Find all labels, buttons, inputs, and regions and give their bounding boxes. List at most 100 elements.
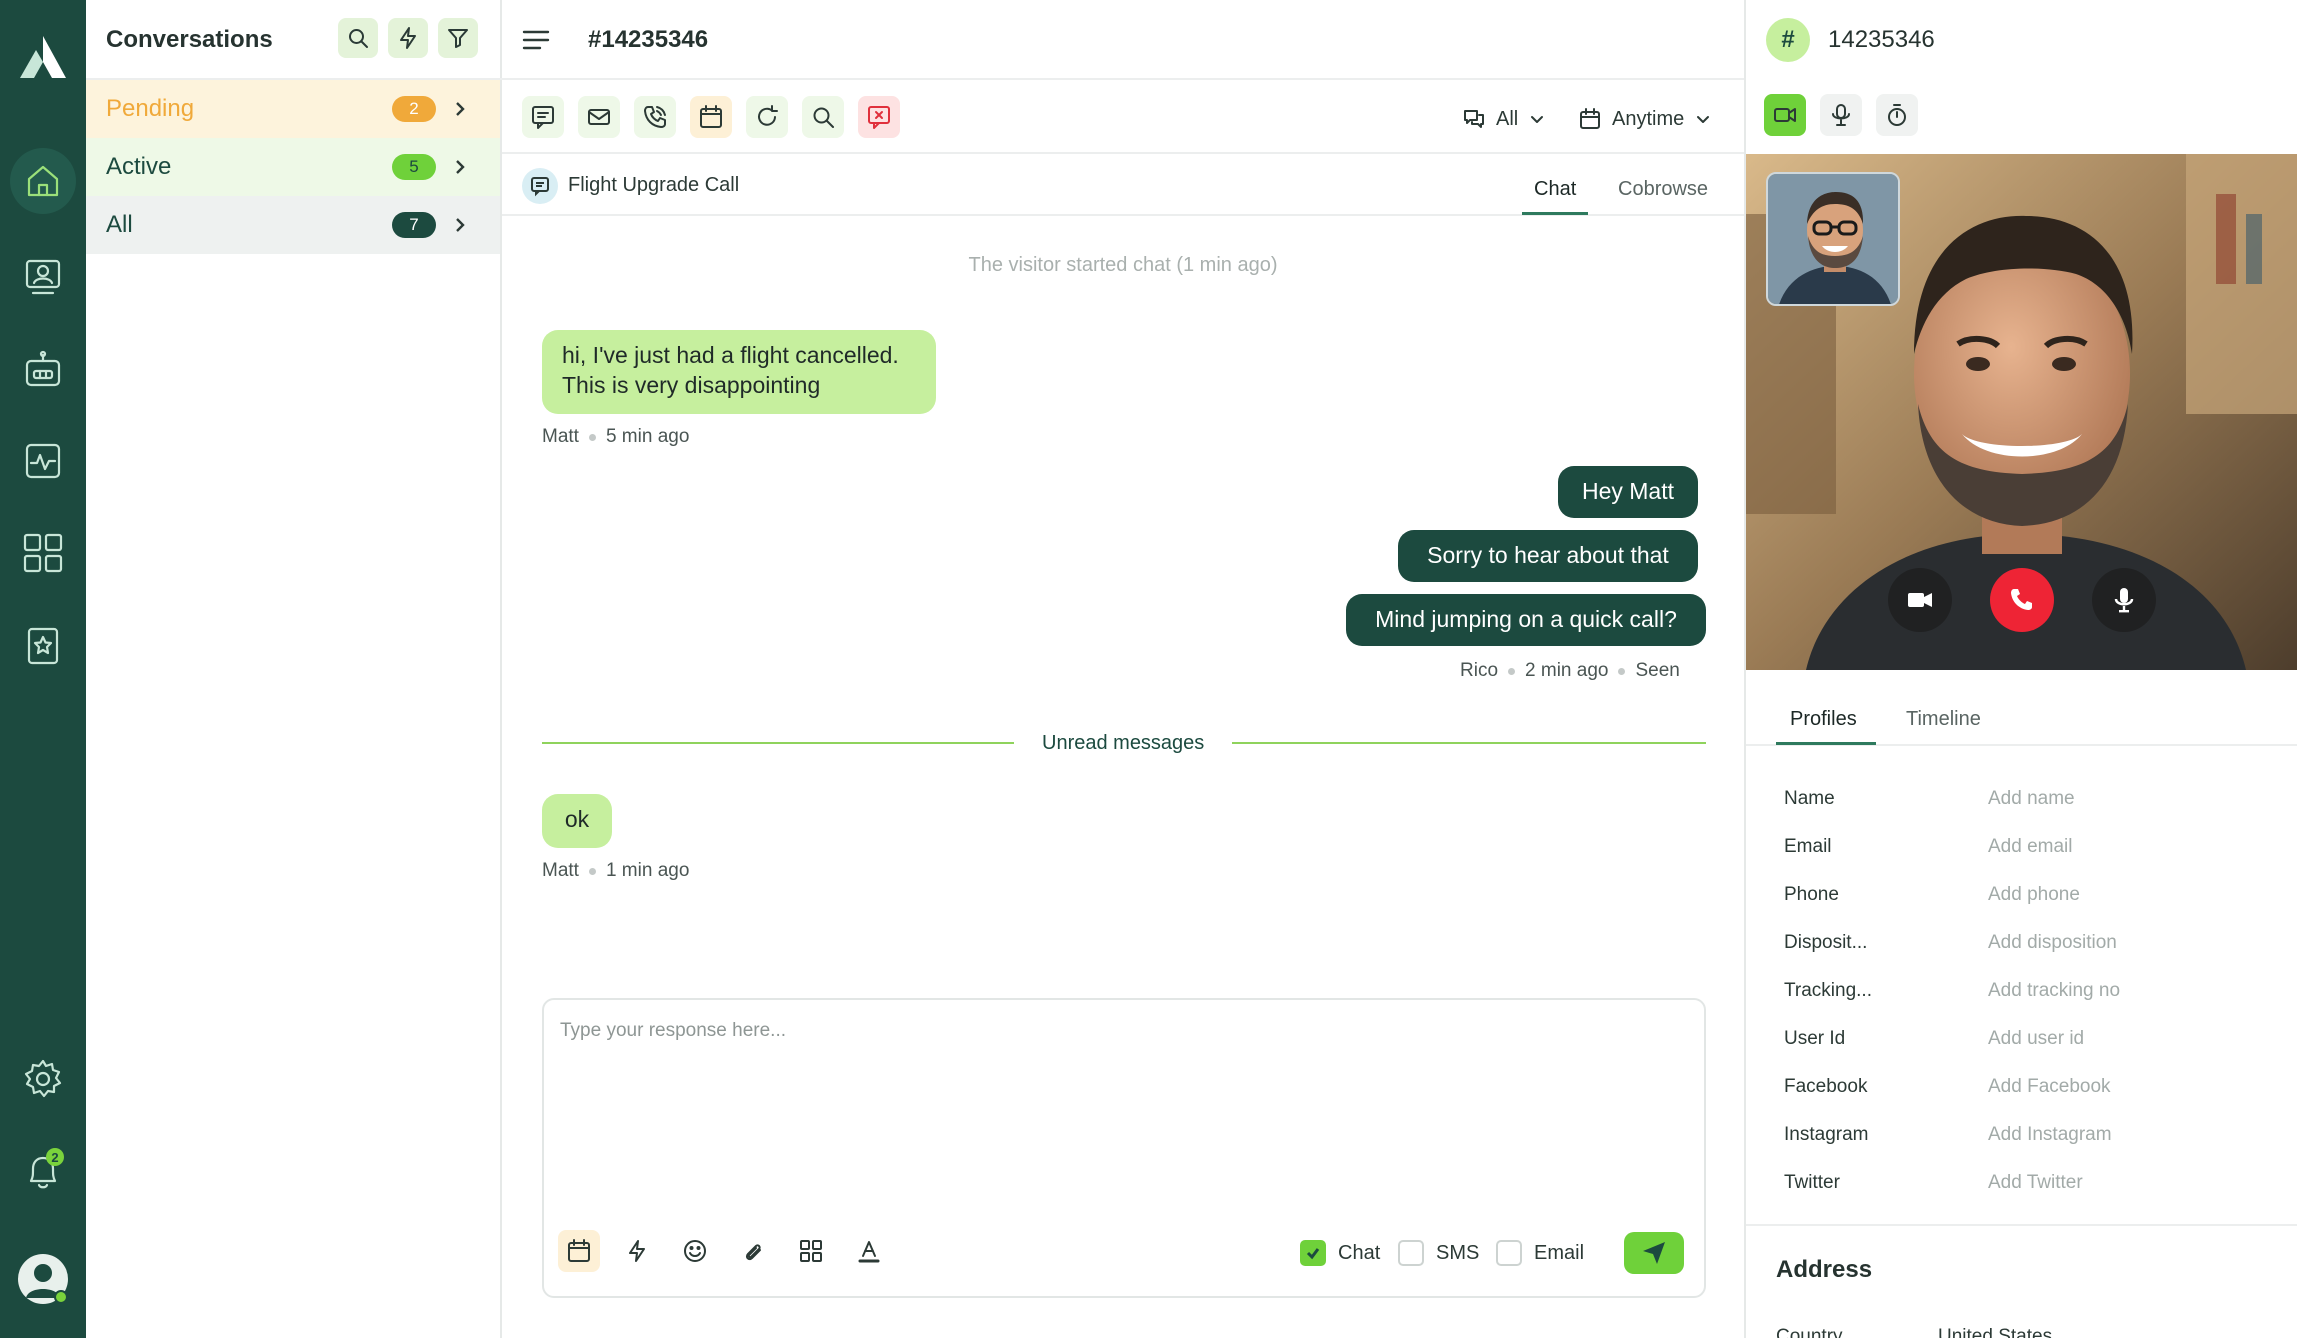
field-label: Instagram <box>1784 1124 1869 1145</box>
tab-profiles[interactable]: Profiles <box>1790 708 1857 731</box>
checkbox[interactable] <box>1496 1240 1522 1266</box>
ticket-number: #14235346 <box>588 26 709 53</box>
contact-header: # 14235346 <box>1746 0 2297 80</box>
channel-checkbox-chat[interactable]: Chat <box>1300 1240 1380 1266</box>
voice-call-button[interactable] <box>1820 94 1862 136</box>
online-status-dot <box>54 1290 68 1304</box>
separator-dot <box>588 867 596 875</box>
quick-actions-button[interactable] <box>388 18 428 58</box>
end-chat-button[interactable] <box>858 96 900 138</box>
address-country-label: Country <box>1776 1326 1843 1338</box>
text-format-icon <box>858 1241 880 1263</box>
field-value[interactable]: Add name <box>1988 788 2075 810</box>
search-conversations-button[interactable] <box>338 18 378 58</box>
rail-favorites-button[interactable] <box>10 612 76 678</box>
checkbox[interactable] <box>1398 1240 1424 1266</box>
tab-timeline[interactable]: Timeline <box>1906 708 1981 731</box>
checkbox-label: SMS <box>1436 1241 1480 1264</box>
rail-home-button[interactable] <box>10 148 76 214</box>
self-view-thumbnail <box>1766 172 1900 306</box>
tab-cobrowse[interactable]: Cobrowse <box>1618 178 1708 201</box>
field-label: Facebook <box>1784 1076 1868 1097</box>
chevron-right-icon <box>456 160 465 174</box>
count-badge: 2 <box>392 96 436 122</box>
timer-icon <box>1888 104 1906 126</box>
refresh-button[interactable] <box>746 96 788 138</box>
rail-analytics-button[interactable] <box>10 428 76 494</box>
rail-agents-button[interactable] <box>10 244 76 310</box>
phone-hangup-icon <box>2011 589 2032 610</box>
text-format-button[interactable] <box>848 1230 890 1272</box>
channel-checkbox-sms[interactable]: SMS <box>1398 1240 1479 1266</box>
schedule-button[interactable] <box>690 96 732 138</box>
address-country-value[interactable]: United States <box>1938 1326 2052 1338</box>
agent-monitor-icon <box>25 259 61 295</box>
apps-button[interactable] <box>790 1230 832 1272</box>
hang-up-button[interactable] <box>1990 568 2054 632</box>
send-button[interactable] <box>1624 1232 1684 1274</box>
checkbox[interactable] <box>1300 1240 1326 1266</box>
separator-dot <box>1618 667 1626 675</box>
field-value[interactable]: Add Instagram <box>1988 1124 2112 1146</box>
field-value[interactable]: Add Facebook <box>1988 1076 2111 1098</box>
conversation-subject: Flight Upgrade Call <box>568 174 740 196</box>
message-bubble-outgoing: Hey Matt <box>1558 466 1698 518</box>
video-camera-icon <box>1774 108 1796 122</box>
field-value[interactable]: Add tracking no <box>1988 980 2120 1002</box>
apps-grid-icon <box>23 533 63 573</box>
rail-bots-button[interactable] <box>10 336 76 402</box>
conversation-row-all[interactable]: All 7 <box>86 196 500 254</box>
system-message: The visitor started chat (1 min ago) <box>968 254 1278 276</box>
toggle-mic-button[interactable] <box>2092 568 2156 632</box>
message-composer[interactable]: Type your response here... Chat SMS Emai… <box>542 998 1706 1298</box>
message-time: 5 min ago <box>605 426 690 447</box>
conversations-header: Conversations <box>86 0 502 80</box>
email-channel-button[interactable] <box>578 96 620 138</box>
count-badge: 5 <box>392 154 436 180</box>
field-value[interactable]: Add disposition <box>1988 932 2117 954</box>
phone-icon <box>644 106 666 128</box>
calendar-icon <box>1580 108 1600 129</box>
filter-button[interactable] <box>438 18 478 58</box>
filter-icon <box>448 29 468 48</box>
chevron-down-icon <box>1697 116 1710 123</box>
rail-settings-button[interactable] <box>10 1046 76 1112</box>
channel-checkbox-email[interactable]: Email <box>1496 1240 1584 1266</box>
address-heading: Address <box>1776 1256 1873 1283</box>
field-value[interactable]: Add Twitter <box>1988 1172 2083 1194</box>
conversations-title: Conversations <box>106 26 273 53</box>
attach-button[interactable] <box>732 1230 774 1272</box>
chat-subheader: Flight Upgrade Call Chat Cobrowse <box>502 154 1744 216</box>
timer-button[interactable] <box>1876 94 1918 136</box>
rail-notifications-button[interactable]: 2 <box>10 1138 76 1204</box>
tab-chat[interactable]: Chat <box>1534 178 1576 201</box>
video-call-button[interactable] <box>1764 94 1806 136</box>
quick-reply-button[interactable] <box>616 1230 658 1272</box>
composer-placeholder[interactable]: Type your response here... <box>560 1020 786 1042</box>
send-icon <box>1643 1242 1665 1264</box>
toggle-camera-button[interactable] <box>1888 568 1952 632</box>
conversation-row-active[interactable]: Active 5 <box>86 138 500 196</box>
rail-apps-button[interactable] <box>10 520 76 586</box>
schedule-message-button[interactable] <box>558 1230 600 1272</box>
message-meta: Rico 2 min ago Seen <box>1460 660 1680 682</box>
conversation-row-pending[interactable]: Pending 2 <box>86 80 500 138</box>
chat-channel-button[interactable] <box>522 96 564 138</box>
time-filter-value: Anytime <box>1612 107 1685 130</box>
message-bubble-outgoing: Sorry to hear about that <box>1398 530 1698 582</box>
call-button[interactable] <box>634 96 676 138</box>
message-status: Seen <box>1635 660 1680 681</box>
unread-divider <box>1232 742 1706 744</box>
time-filter-dropdown[interactable]: Anytime <box>1578 106 1712 132</box>
emoji-button[interactable] <box>674 1230 716 1272</box>
field-value[interactable]: Add phone <box>1988 884 2080 906</box>
home-icon <box>27 165 59 197</box>
menu-icon[interactable] <box>522 28 552 52</box>
message-time: 1 min ago <box>605 860 690 881</box>
channel-filter-dropdown[interactable]: All <box>1462 106 1546 132</box>
search-chat-button[interactable] <box>802 96 844 138</box>
lightning-icon <box>629 1240 645 1262</box>
conversations-icon <box>1464 110 1484 128</box>
field-value[interactable]: Add user id <box>1988 1028 2084 1050</box>
field-value[interactable]: Add email <box>1988 836 2073 858</box>
